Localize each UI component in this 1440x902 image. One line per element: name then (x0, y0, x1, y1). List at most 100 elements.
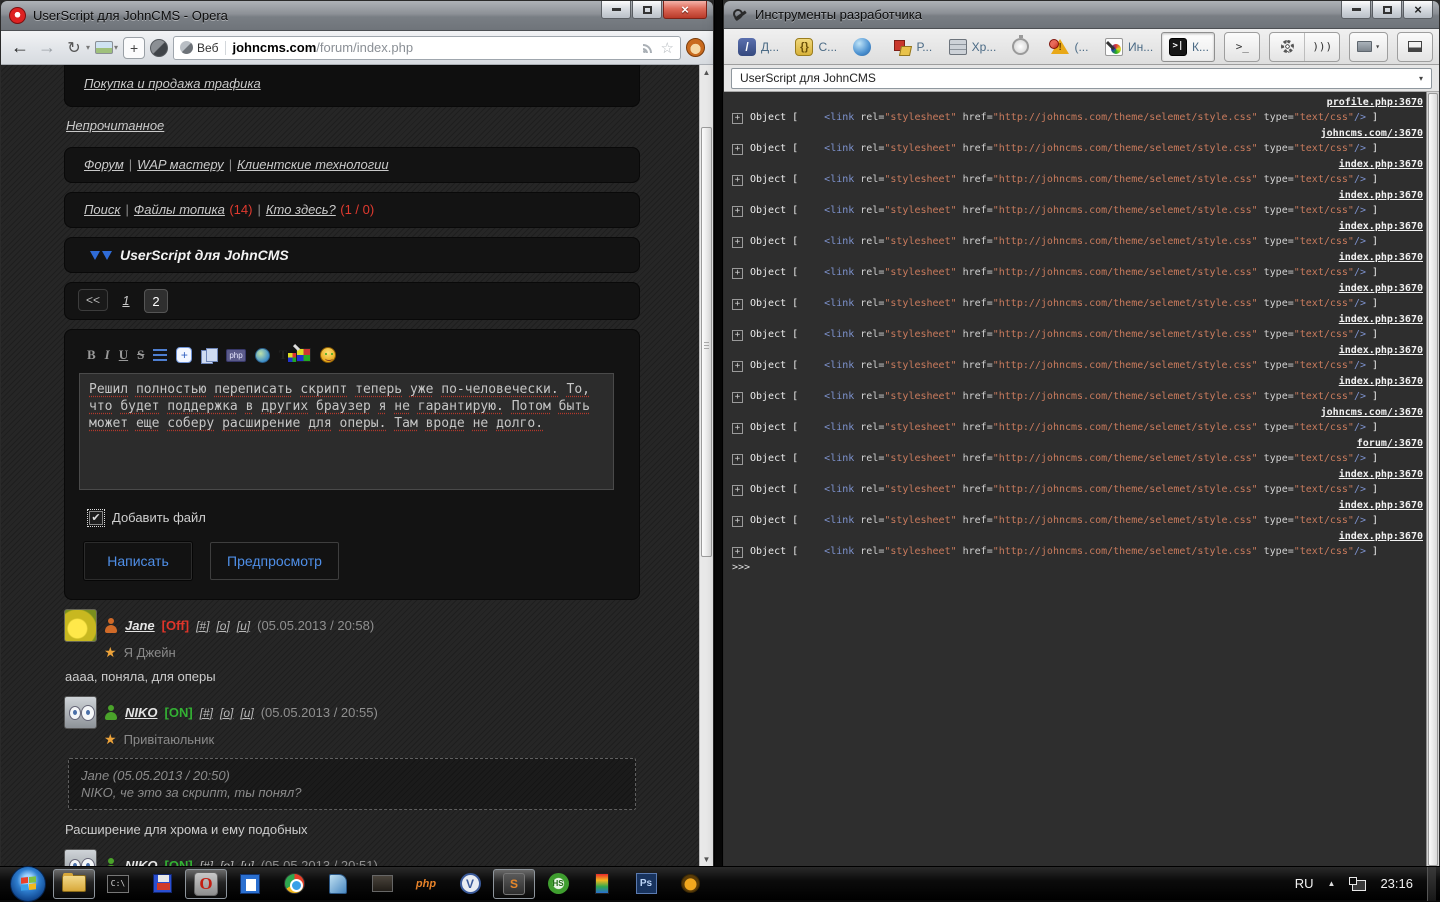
window-select-button[interactable]: ▾ (1350, 33, 1387, 61)
expand-plus-icon[interactable]: + (732, 268, 743, 279)
u-link[interactable]: [u] (240, 859, 253, 867)
debug-context-select[interactable]: UserScript для JohnCMS ▾ (731, 68, 1432, 89)
tab-storage[interactable]: Хр... (941, 32, 1003, 62)
reload-dropdown-icon[interactable]: ▾ (86, 43, 90, 52)
expand-plus-icon[interactable]: + (732, 485, 743, 496)
forward-icon[interactable]: → (36, 37, 58, 58)
expand-plus-icon[interactable]: + (732, 454, 743, 465)
write-button[interactable]: Написать (84, 542, 192, 580)
url-text[interactable]: johncms.com/forum/index.php (232, 40, 413, 55)
tab-documents[interactable]: / Д... (730, 32, 785, 62)
copy-icon[interactable] (201, 348, 217, 362)
avatar[interactable] (64, 849, 97, 866)
back-icon[interactable]: ← (9, 37, 31, 58)
link-globe-icon[interactable] (255, 348, 270, 363)
italic-icon[interactable]: I (105, 347, 110, 363)
smiley-icon[interactable] (320, 347, 336, 363)
avatar[interactable] (64, 609, 97, 642)
expand-plus-icon[interactable]: + (732, 361, 743, 372)
remote-debug-button[interactable]: ))) (1304, 33, 1339, 61)
list-icon[interactable] (153, 349, 167, 361)
who-here-link[interactable]: Кто здесь? (266, 202, 336, 217)
taskbar-explorer[interactable] (53, 869, 95, 899)
clock[interactable]: 23:16 (1380, 876, 1413, 891)
tab-errors[interactable]: (... (1043, 32, 1094, 62)
console-source-link[interactable]: index.php:3670 (1339, 376, 1423, 387)
minimize-button[interactable] (1341, 1, 1371, 19)
o-link[interactable]: [o] (220, 706, 233, 720)
taskbar-chrome[interactable] (273, 869, 315, 899)
page-scrollbar[interactable]: ▲ ▼ (699, 65, 713, 866)
console-source-link[interactable]: index.php:3670 (1339, 314, 1423, 325)
author-link[interactable]: NIKO (125, 705, 158, 720)
pagination-page-2-current[interactable]: 2 (144, 289, 168, 313)
insert-image-icon[interactable] (296, 348, 311, 362)
taskbar-terminal[interactable] (361, 869, 403, 899)
taskbar-blue-app[interactable] (229, 869, 271, 899)
unread-link[interactable]: Непрочитанное (66, 118, 164, 133)
close-button[interactable]: × (1403, 1, 1433, 19)
taskbar-cmd[interactable]: C:\ (97, 869, 139, 899)
reload-icon[interactable]: ↻ (63, 38, 85, 58)
rss-icon[interactable] (642, 41, 655, 54)
topic-files-link[interactable]: Файлы топика (134, 202, 225, 217)
scroll-up-icon[interactable]: ▲ (700, 65, 713, 79)
tab-profiler[interactable] (1004, 32, 1041, 62)
start-button[interactable] (10, 866, 46, 902)
tray-expand-icon[interactable]: ▲ (1328, 879, 1336, 888)
console-source-link[interactable]: index.php:3670 (1339, 159, 1423, 170)
expand-plus-icon[interactable]: + (732, 144, 743, 155)
maximize-button[interactable] (632, 1, 662, 19)
taskbar-php-app[interactable]: php (405, 869, 447, 899)
userjs-monkey-icon[interactable] (686, 38, 705, 57)
taskbar-gradient-app[interactable] (581, 869, 623, 899)
author-link[interactable]: Jane (125, 618, 155, 633)
font-color-icon[interactable]: T (279, 347, 288, 363)
breadcrumb-forum-link[interactable]: Форум (84, 157, 124, 172)
bold-icon[interactable]: B (87, 347, 96, 363)
expand-plus-icon[interactable]: + (732, 547, 743, 558)
tab-network[interactable] (845, 32, 883, 62)
taskbar-notes-app[interactable] (317, 869, 359, 899)
attach-file-checkbox[interactable]: ✔ (89, 511, 103, 525)
command-line-button[interactable]: >_ (1225, 33, 1259, 61)
scrollbar-thumb[interactable] (1428, 93, 1438, 866)
console-source-link[interactable]: profile.php:3670 (1327, 97, 1423, 108)
console-scrollbar[interactable] (1426, 92, 1439, 867)
add-button[interactable]: + (123, 37, 145, 59)
u-link[interactable]: [u] (237, 619, 250, 633)
tab-utilities[interactable]: Ин... (1097, 32, 1159, 62)
tab-console[interactable]: >| К... (1161, 32, 1215, 62)
anchor-link[interactable]: [#] (196, 619, 209, 633)
console-source-link[interactable]: johncms.com/:3670 (1321, 407, 1423, 418)
taskbar-hs-app[interactable]: HS (537, 869, 579, 899)
insert-plus-icon[interactable]: + (176, 347, 192, 363)
console-source-link[interactable]: index.php:3670 (1339, 221, 1423, 232)
anchor-link[interactable]: [#] (200, 706, 213, 720)
scrollbar-thumb[interactable] (701, 127, 712, 557)
php-code-icon[interactable]: php (226, 349, 245, 362)
scroll-down-icon[interactable]: ▼ (700, 852, 713, 866)
pagination-page-1[interactable]: 1 (115, 289, 137, 311)
u-link[interactable]: [u] (240, 706, 253, 720)
bookmark-star-icon[interactable]: ☆ (661, 39, 674, 57)
network-tray-icon[interactable] (1349, 877, 1366, 891)
o-link[interactable]: [o] (216, 619, 229, 633)
expand-plus-icon[interactable]: + (732, 113, 743, 124)
images-dropdown-icon[interactable]: ▾ (114, 43, 118, 52)
console-source-link[interactable]: forum/:3670 (1357, 438, 1423, 449)
settings-button[interactable] (1270, 33, 1304, 61)
taskbar-photoshop[interactable]: Ps (625, 869, 667, 899)
anchor-link[interactable]: [#] (200, 859, 213, 867)
console-source-link[interactable]: index.php:3670 (1339, 345, 1423, 356)
breadcrumb-client-link[interactable]: Клиентские технологии (237, 157, 389, 172)
tab-scripts[interactable]: {} С... (787, 32, 843, 62)
security-badge[interactable]: Веб (180, 41, 226, 55)
console-source-link[interactable]: index.php:3670 (1339, 500, 1423, 511)
author-link[interactable]: NIKO (125, 858, 158, 866)
taskbar-v-app[interactable]: V (449, 869, 491, 899)
message-textarea[interactable]: Решил полностью переписать скрипт теперь… (79, 373, 614, 490)
expand-plus-icon[interactable]: + (732, 330, 743, 341)
taskbar-save-app[interactable] (141, 869, 183, 899)
pagination-prev-button[interactable]: << (78, 289, 108, 311)
